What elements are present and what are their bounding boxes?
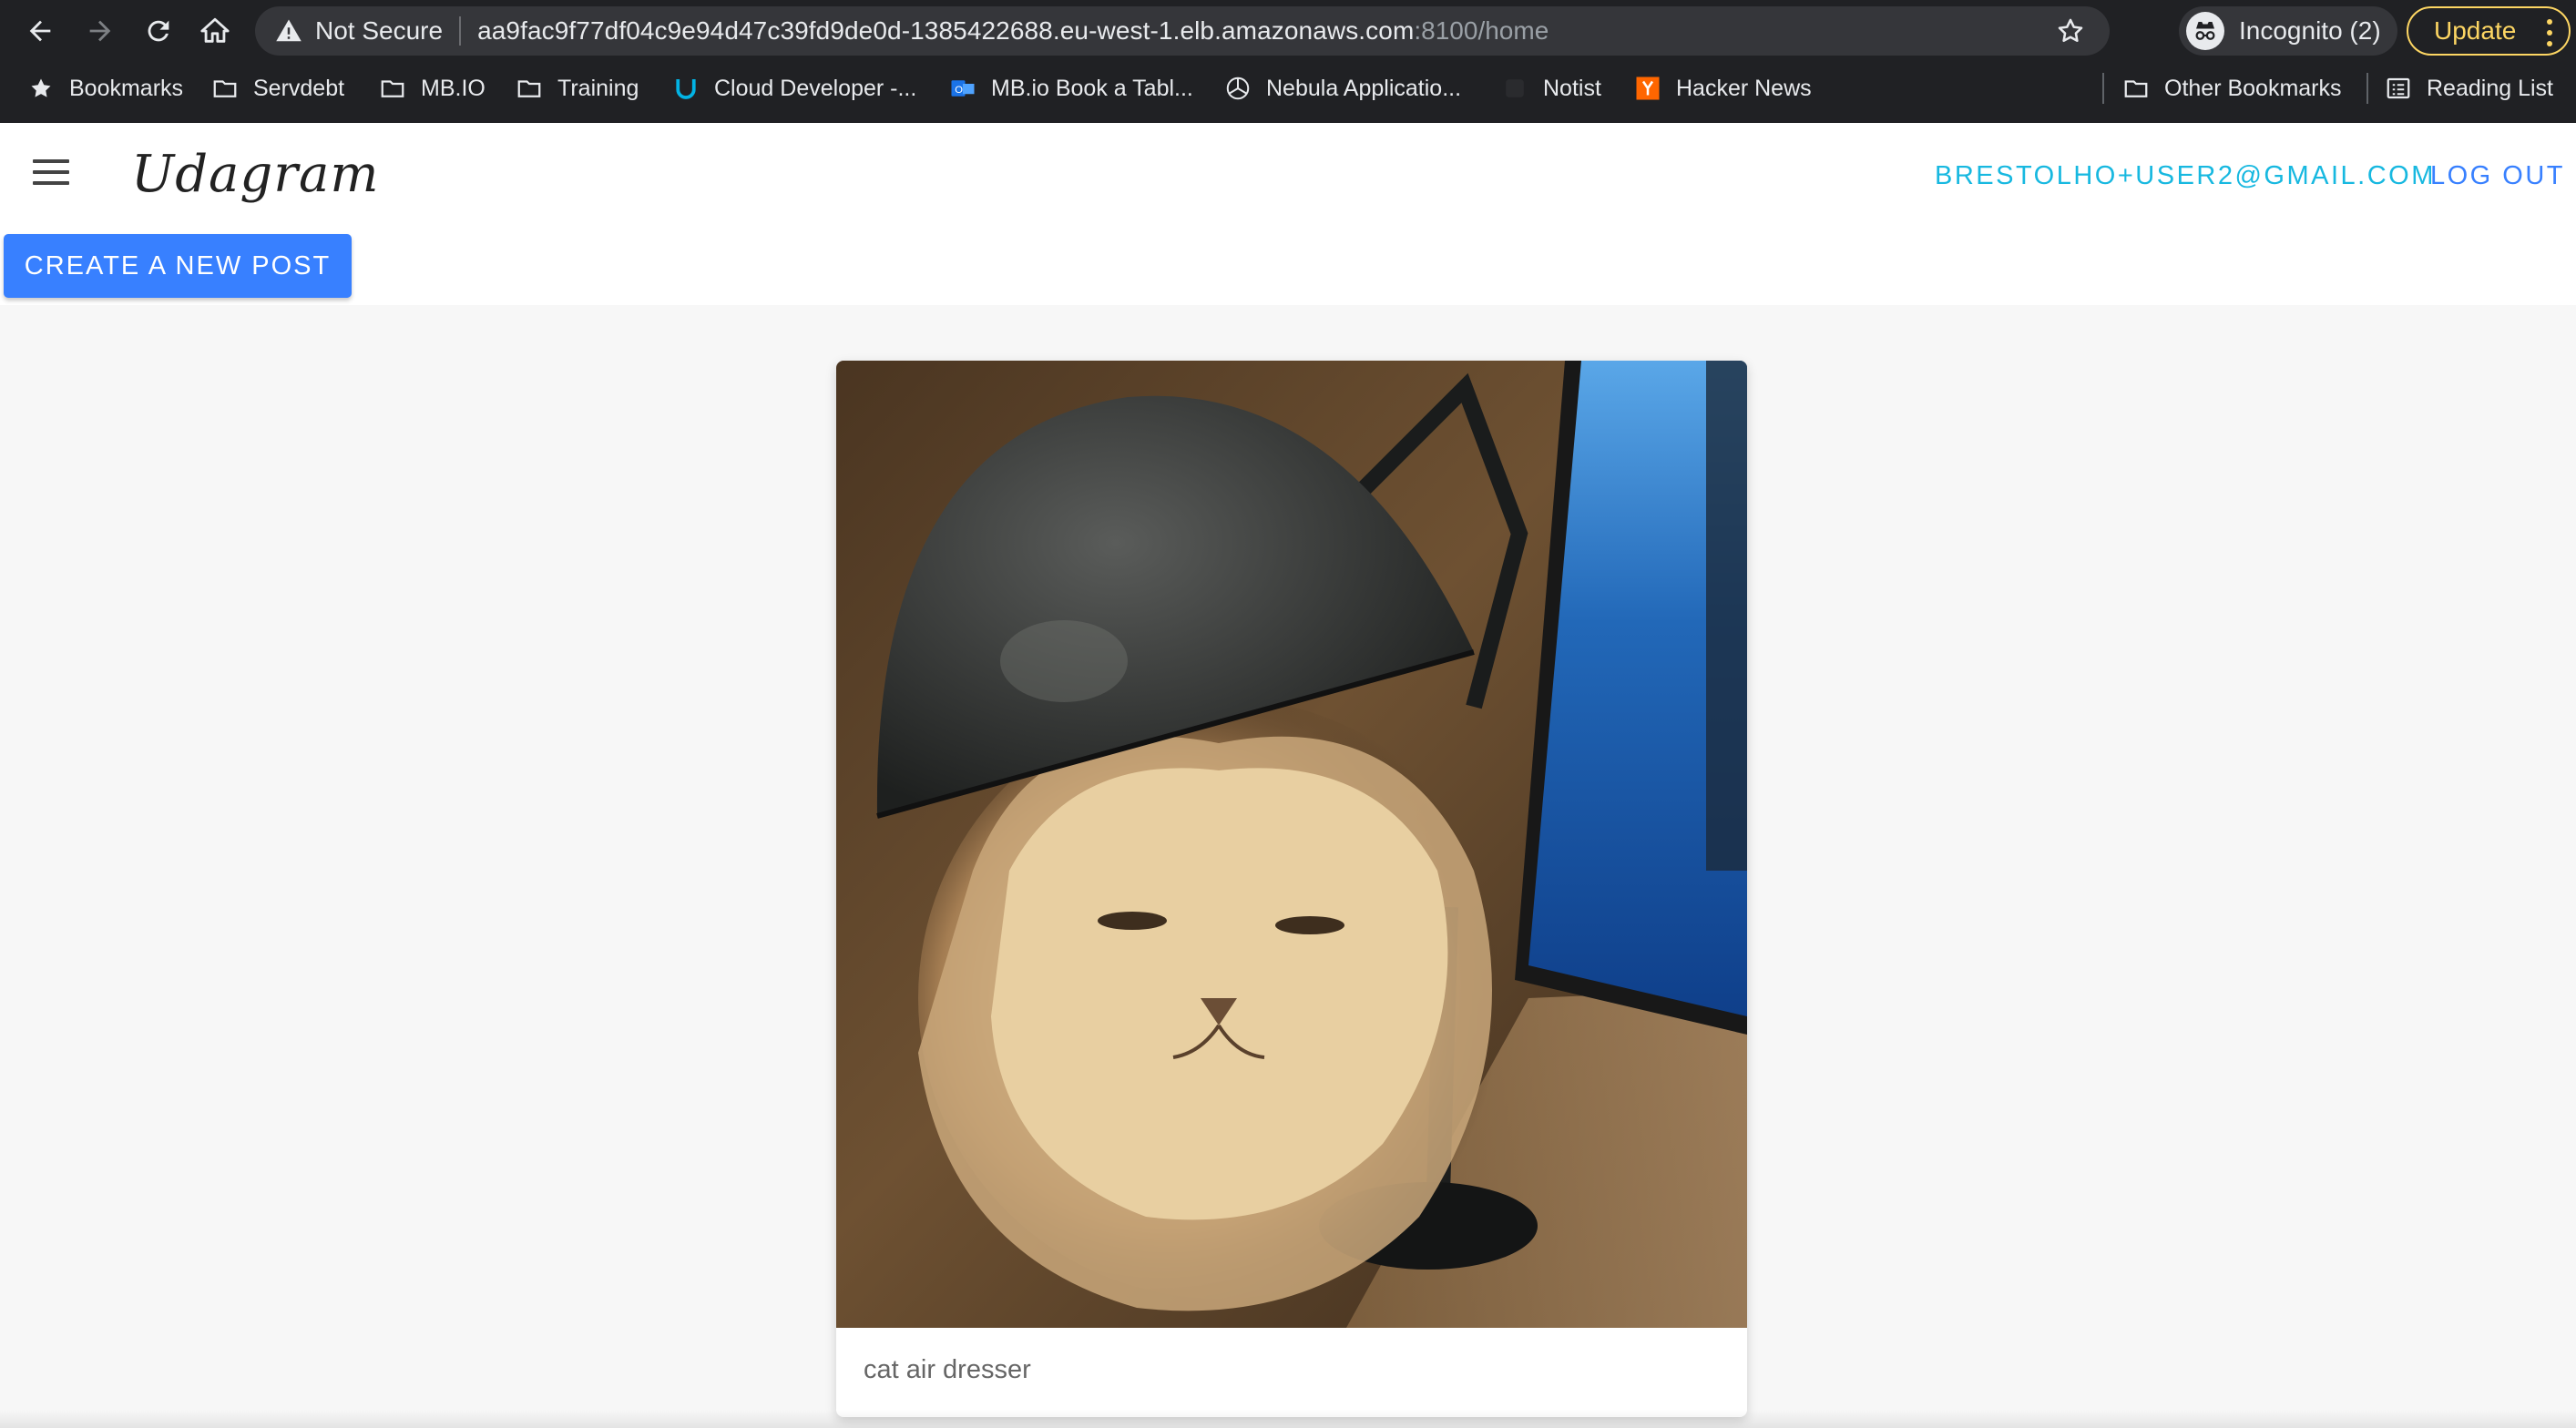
bookmark-item-hacker-news[interactable]: Hacker News	[1634, 67, 1812, 109]
hacker-news-icon	[1634, 75, 1661, 102]
divider	[2102, 73, 2104, 104]
update-button[interactable]: Update	[2407, 6, 2571, 56]
mercedes-icon	[1224, 75, 1252, 102]
url-host: aa9fac9f77df04c9e94d47c39fd9de0d-1385422…	[477, 16, 1415, 45]
bookmark-item-cloud-developer[interactable]: Cloud Developer -...	[672, 67, 916, 109]
divider	[2366, 73, 2368, 104]
hamburger-menu-icon[interactable]	[33, 159, 69, 187]
bookmark-item-other-bookmarks[interactable]: Other Bookmarks	[2122, 67, 2342, 109]
address-bar[interactable]: Not Secure aa9fac9f77df04c9e94d47c39fd9d…	[255, 6, 2110, 56]
incognito-indicator[interactable]: Incognito (2)	[2179, 6, 2397, 56]
bookmark-item-notist[interactable]: Notist	[1501, 67, 1601, 109]
bookmark-item-training[interactable]: Training	[516, 67, 639, 109]
folder-icon	[516, 75, 543, 102]
create-post-button[interactable]: CREATE A NEW POST	[4, 234, 352, 298]
folder-icon	[211, 75, 239, 102]
forward-icon[interactable]	[80, 11, 120, 51]
action-bar: CREATE A NEW POST	[0, 227, 2576, 305]
incognito-label: Incognito (2)	[2239, 16, 2381, 45]
folder-icon	[2122, 75, 2150, 102]
bookmarks-bar: Bookmarks Servdebt MB.IO Training Cloud …	[0, 67, 2576, 109]
url-path: :8100/home	[1414, 16, 1549, 45]
post-caption: cat air dresser	[864, 1355, 1031, 1384]
bookmark-item-servdebt[interactable]: Servdebt	[211, 67, 344, 109]
folder-icon	[379, 75, 406, 102]
app-logo: Udagram	[131, 145, 380, 204]
update-label: Update	[2434, 16, 2517, 45]
security-label: Not Secure	[315, 16, 444, 45]
bookmark-item-reading-list[interactable]: Reading List	[2385, 67, 2553, 109]
bookmark-item-nebula[interactable]: Nebula Applicatio...	[1224, 67, 1461, 109]
user-email-link[interactable]: BRESTOLHO+USER2@GMAIL.COM	[1935, 161, 2436, 191]
star-icon	[27, 75, 55, 102]
more-vert-icon	[2547, 19, 2552, 52]
home-icon[interactable]	[195, 11, 235, 51]
logout-button[interactable]: LOG OUT	[2430, 161, 2565, 191]
incognito-icon	[2186, 12, 2224, 50]
udacity-icon	[672, 75, 700, 102]
back-icon[interactable]	[20, 11, 60, 51]
post-image	[836, 361, 1747, 1328]
divider	[459, 16, 462, 46]
app-header: Udagram BRESTOLHO+USER2@GMAIL.COM LOG OU…	[0, 123, 2576, 227]
bookmark-star-icon[interactable]	[2055, 15, 2086, 46]
post-card: cat air dresser	[836, 361, 1747, 1417]
viewport-edge-shadow	[0, 1410, 2576, 1428]
bookmark-item-bookmarks[interactable]: Bookmarks	[27, 67, 183, 109]
svg-text:O: O	[955, 85, 963, 96]
warning-icon	[276, 19, 302, 42]
notist-icon	[1501, 75, 1528, 102]
bookmark-item-mbio[interactable]: MB.IO	[379, 67, 486, 109]
reload-icon[interactable]	[138, 11, 179, 51]
reading-list-icon	[2385, 75, 2412, 102]
browser-toolbar: Not Secure aa9fac9f77df04c9e94d47c39fd9d…	[0, 0, 2576, 62]
outlook-icon: O	[949, 75, 976, 102]
browser-chrome: Not Secure aa9fac9f77df04c9e94d47c39fd9d…	[0, 0, 2576, 123]
bookmark-item-mbio-book-table[interactable]: O MB.io Book a Tabl...	[949, 67, 1193, 109]
